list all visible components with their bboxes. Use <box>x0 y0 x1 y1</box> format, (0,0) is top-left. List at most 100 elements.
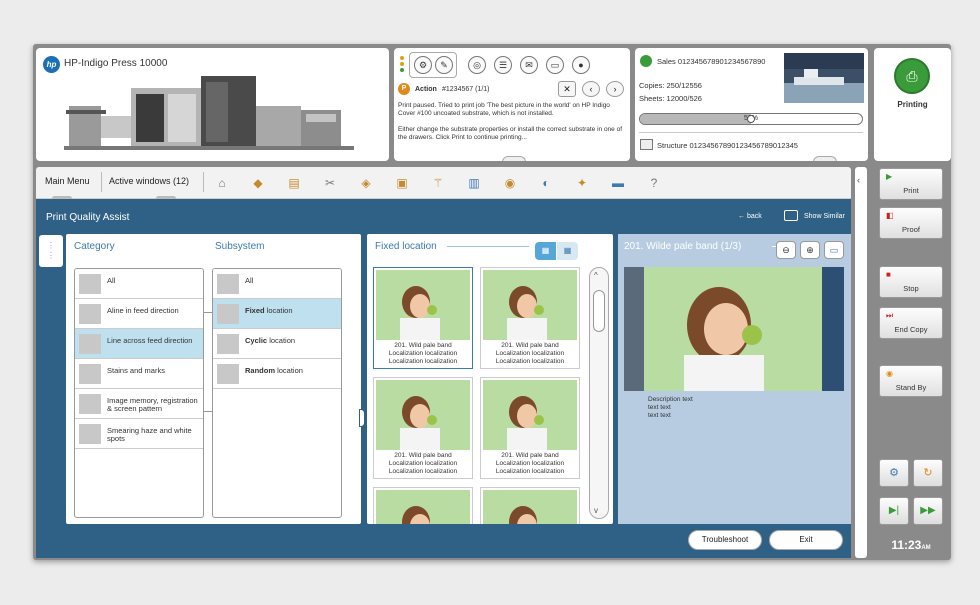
quality-icon[interactable]: ✦ <box>574 175 590 191</box>
refresh-settings-icon[interactable]: ↻ <box>913 459 943 487</box>
scrollbar-thumb[interactable] <box>593 290 605 332</box>
grid-large-icon[interactable]: ▦ <box>557 242 578 260</box>
wand-icon[interactable]: ⚚ <box>430 175 446 191</box>
maintenance-icon[interactable]: ▣ <box>394 175 410 191</box>
navigation-bar: Main Menu Active windows (12) ⌂ ◆ ▤ ✂ ◈ … <box>36 167 851 201</box>
statistics-icon[interactable]: ▥ <box>466 175 482 191</box>
stop-button[interactable]: ■ Stop <box>879 266 943 298</box>
user-icon[interactable]: ● <box>572 56 590 74</box>
message-icon[interactable]: ▬ <box>610 175 626 191</box>
grid-small-icon[interactable]: ▦ <box>535 242 556 260</box>
press-machine-image <box>64 76 354 150</box>
step-forward-icon[interactable]: ▶| <box>879 497 909 525</box>
category-item-stains[interactable]: Stains and marks <box>75 359 203 389</box>
category-title: Category <box>74 241 115 252</box>
girl-image <box>402 506 430 524</box>
chevron-left-icon[interactable]: ‹ <box>857 175 860 185</box>
troubleshoot-button[interactable]: Troubleshoot <box>688 530 762 550</box>
fullscreen-icon[interactable]: ▭ <box>824 241 844 259</box>
exit-button[interactable]: Exit <box>769 530 843 550</box>
thumbnail-6[interactable] <box>480 487 580 524</box>
job-icon[interactable]: ⚙ <box>414 56 432 74</box>
scroll-down-icon[interactable]: v <box>594 506 598 515</box>
home-icon[interactable]: ⌂ <box>214 175 230 191</box>
fast-forward-icon[interactable]: ▶▶ <box>913 497 943 525</box>
previous-icon[interactable]: ‹ <box>582 81 600 97</box>
stand-by-button[interactable]: ◉ Stand By <box>879 365 943 397</box>
queue-icon[interactable]: ▤ <box>286 175 302 191</box>
page-title: Print Quality Assist <box>46 212 130 223</box>
scroll-up-icon[interactable]: ^ <box>594 271 598 280</box>
thumbnail-4[interactable]: 201. Wild pale band Localization localiza… <box>480 377 580 479</box>
thumbnail-5[interactable] <box>373 487 473 524</box>
sales-expand-tab[interactable] <box>813 156 837 161</box>
end-copy-icon: ⏭ <box>886 311 894 320</box>
show-similar-icon[interactable] <box>784 210 798 221</box>
category-item-aline[interactable]: Aline in feed direction <box>75 299 203 329</box>
back-button[interactable]: ← back <box>738 213 762 220</box>
edit-icon[interactable]: ✎ <box>435 56 453 74</box>
job-progress-bar: 50% <box>639 113 863 125</box>
action-expand-tab[interactable] <box>502 156 526 161</box>
end-copy-button[interactable]: ⏭ End Copy <box>879 307 943 339</box>
thumbnail-2[interactable]: 201. Wild pale band Localization localiza… <box>480 267 580 369</box>
clock-ampm: AM <box>921 545 931 551</box>
print-button[interactable]: ▶ Print <box>879 168 943 200</box>
jobs-icon[interactable]: ◆ <box>250 175 266 191</box>
fixed-location-title: Fixed location <box>375 241 437 252</box>
substrate-icon[interactable]: ◎ <box>468 56 486 74</box>
subsystem-item-random[interactable]: Random location <box>213 359 341 389</box>
app-frame: hp HP-Indigo Press 10000 ⚙ ✎ ◎ ☰ ✉ ▭ ● P… <box>33 44 951 560</box>
clock-time: 11:23 <box>891 538 922 552</box>
active-windows-tab[interactable]: Active windows (12) <box>109 176 189 186</box>
thumbnail-scrollbar[interactable]: ^ v <box>589 267 609 519</box>
category-item-all[interactable]: All <box>75 269 203 299</box>
help-icon[interactable]: ? <box>646 175 662 191</box>
document-icon[interactable]: ☰ <box>494 56 512 74</box>
pause-status-icon: P <box>398 83 410 95</box>
status-dots <box>400 56 406 74</box>
back-label: back <box>746 213 762 220</box>
category-item-image-memory[interactable]: Image memory, registration & screen patt… <box>75 389 203 419</box>
stop-icon: ■ <box>886 270 891 279</box>
service-icon[interactable]: ◉ <box>502 175 518 191</box>
action-label: Action <box>415 86 437 93</box>
category-item-line-across[interactable]: Line across feed direction <box>75 329 203 359</box>
collapse-panel-handle[interactable]: ⋮ ⋮ <box>39 235 63 267</box>
message-icon[interactable]: ✉ <box>520 56 538 74</box>
girl-image <box>507 396 547 450</box>
girl-image <box>400 286 440 340</box>
subsystem-item-cyclic[interactable]: Cyclic location <box>213 329 341 359</box>
thumbnail-3[interactable]: 201. Wild pale band Localization localiza… <box>373 377 473 479</box>
category-panel: Category Subsystem All Aline in feed dir… <box>66 234 361 524</box>
show-similar-button[interactable]: Show Similar <box>804 213 845 220</box>
zoom-out-icon[interactable]: ⊖ <box>776 241 796 259</box>
main-menu-tab[interactable]: Main Menu <box>45 176 90 186</box>
structure-label: Structure 0123456789012345678901234​5 <box>657 141 798 150</box>
subsystem-item-all[interactable]: All <box>213 269 341 299</box>
subsystem-item-fixed[interactable]: Fixed location <box>213 299 341 329</box>
printing-status-icon: ⎙ <box>894 58 930 94</box>
color-icon[interactable]: ◐ <box>538 175 554 191</box>
next-icon[interactable]: › <box>606 81 624 97</box>
cancel-action-icon[interactable]: ✕ <box>558 81 576 97</box>
copies-count: Copies: 250/12556 <box>639 81 702 90</box>
settings-icon[interactable]: ⚙ <box>879 459 909 487</box>
printing-status-label: Printing <box>897 100 928 109</box>
ink-icon[interactable]: ◈ <box>358 175 374 191</box>
print-quality-assist: Print Quality Assist ← back Show Similar… <box>36 199 851 558</box>
detail-title: 201. Wilde pale band (1/3) <box>624 241 742 252</box>
thumbnail-1[interactable]: 201. Wild pale band Localization localiza… <box>373 267 473 369</box>
zoom-in-icon[interactable]: ⊕ <box>800 241 820 259</box>
structure-icon <box>640 139 653 150</box>
panel-splitter-handle[interactable] <box>359 409 365 427</box>
category-item-smearing[interactable]: Smearing haze and white spots <box>75 419 203 449</box>
monitor-icon[interactable]: ▭ <box>546 56 564 74</box>
proof-button[interactable]: ◧ Proof <box>879 207 943 239</box>
sales-status-icon <box>640 55 652 67</box>
divider <box>101 172 102 192</box>
tools-icon[interactable]: ✂ <box>322 175 338 191</box>
selection-connector <box>204 312 213 412</box>
side-panel-strip[interactable]: ‹ <box>855 167 867 558</box>
divider <box>639 132 863 133</box>
